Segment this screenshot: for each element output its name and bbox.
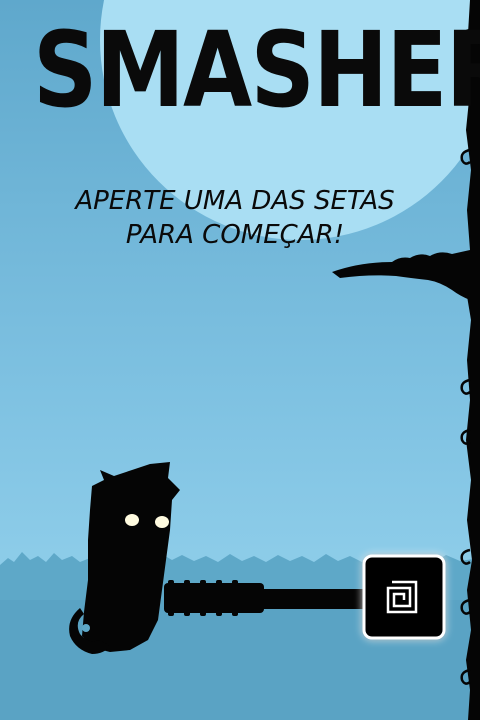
hammer-shaft xyxy=(250,589,380,609)
player-creature xyxy=(82,462,180,652)
character-layer xyxy=(69,462,446,654)
hammer-grip xyxy=(164,583,264,613)
hammer xyxy=(164,554,446,640)
game-screen[interactable]: SMASHER APERTE UMA DAS SETAS PARA COMEÇA… xyxy=(0,0,480,720)
